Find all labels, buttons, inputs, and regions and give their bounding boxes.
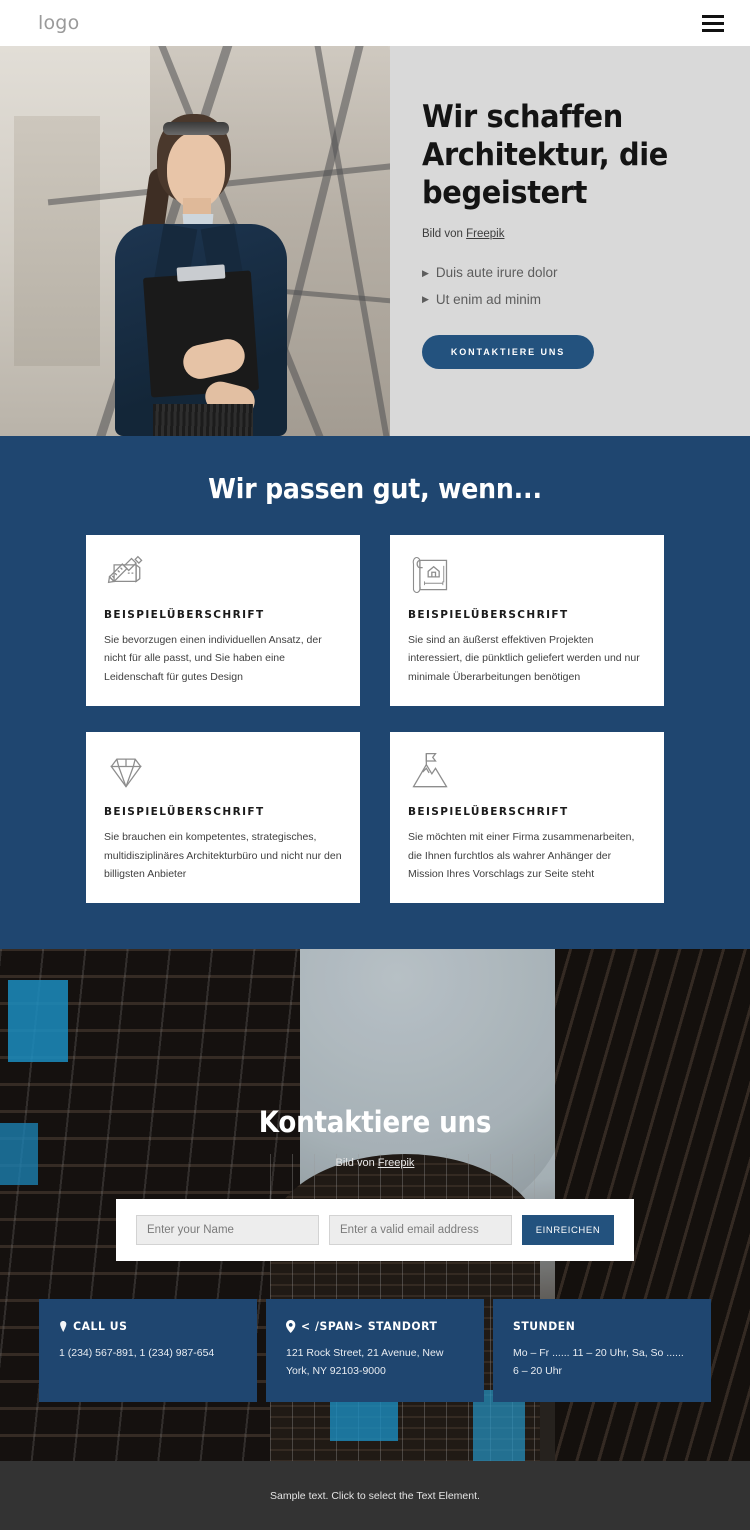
contact-us-button[interactable]: KONTAKTIERE UNS bbox=[422, 335, 594, 369]
contact-credit-link[interactable]: Freepik bbox=[378, 1157, 415, 1169]
hero-credit-link[interactable]: Freepik bbox=[466, 228, 504, 240]
info-box-title-label: < /SPAN> STANDORT bbox=[301, 1319, 438, 1334]
hero-bullet-list: ▶ Duis aute irure dolor ▶ Ut enim ad min… bbox=[422, 260, 704, 313]
logo[interactable]: logo bbox=[38, 12, 79, 34]
contact-image-credit: Bild von Freepik bbox=[0, 1157, 750, 1169]
feature-card[interactable]: BEISPIELÜBERSCHRIFT Sie bevorzugen einen… bbox=[86, 535, 360, 707]
info-box-call-us: CALL US 1 (234) 567-891, 1 (234) 987-654 bbox=[39, 1299, 257, 1402]
info-box-text: 121 Rock Street, 21 Avenue, New York, NY… bbox=[286, 1347, 444, 1377]
hero-bullet-label: Duis aute irure dolor bbox=[435, 265, 558, 281]
info-box-hours: STUNDEN Mo – Fr ...... 11 – 20 Uhr, Sa, … bbox=[493, 1299, 711, 1402]
location-pin-icon bbox=[286, 1319, 296, 1333]
triangle-bullet-icon: ▶ bbox=[422, 268, 429, 279]
mountain-flag-icon bbox=[408, 750, 452, 794]
submit-button[interactable]: EINREICHEN bbox=[522, 1215, 614, 1246]
list-item: ▶ Duis aute irure dolor bbox=[422, 260, 704, 286]
hero-title: Wir schaffen Architektur, die begeistert bbox=[422, 99, 668, 212]
triangle-bullet-icon: ▶ bbox=[422, 294, 429, 305]
hamburger-icon[interactable] bbox=[702, 14, 724, 32]
feature-card-text: Sie sind an äußerst effektiven Projekten… bbox=[408, 634, 640, 683]
feature-card-title: BEISPIELÜBERSCHRIFT bbox=[104, 806, 265, 819]
feature-card[interactable]: BEISPIELÜBERSCHRIFT Sie brauchen ein kom… bbox=[86, 732, 360, 904]
list-item: ▶ Ut enim ad minim bbox=[422, 287, 704, 313]
feature-card[interactable]: BEISPIELÜBERSCHRIFT Sie sind an äußerst … bbox=[390, 535, 664, 707]
hero-bullet-label: Ut enim ad minim bbox=[435, 291, 541, 307]
contact-info-row: CALL US 1 (234) 567-891, 1 (234) 987-654… bbox=[39, 1299, 711, 1402]
contact-credit-prefix: Bild von bbox=[335, 1157, 378, 1170]
contact-form: EINREICHEN bbox=[116, 1199, 634, 1262]
hero-credit-prefix: Bild von bbox=[422, 228, 467, 241]
contact-heading: Kontaktiere uns bbox=[258, 1105, 492, 1140]
name-input[interactable] bbox=[136, 1215, 319, 1246]
site-header: logo bbox=[0, 0, 750, 46]
phone-icon bbox=[59, 1320, 67, 1332]
info-box-text: 1 (234) 567-891, 1 (234) 987-654 bbox=[59, 1347, 215, 1360]
info-box-title: < /SPAN> STANDORT bbox=[286, 1319, 453, 1333]
landing-page: logo Wir schaffen Architektur, die begei… bbox=[0, 0, 750, 1530]
blueprint-house-icon bbox=[408, 553, 452, 597]
footer-text[interactable]: Sample text. Click to select the Text El… bbox=[270, 1490, 480, 1502]
hero-content-panel: Wir schaffen Architektur, die begeistert… bbox=[390, 46, 750, 436]
feature-card[interactable]: BEISPIELÜBERSCHRIFT Sie möchten mit eine… bbox=[390, 732, 664, 904]
info-box-title-label: STUNDEN bbox=[513, 1319, 576, 1334]
contact-heading-block: Kontaktiere uns Bild von Freepik bbox=[0, 949, 750, 1169]
feature-card-title: BEISPIELÜBERSCHRIFT bbox=[408, 609, 569, 621]
info-box-text: Mo – Fr ...... 11 – 20 Uhr, Sa, So .....… bbox=[513, 1347, 684, 1377]
ruler-pencil-paper-icon bbox=[104, 553, 148, 597]
info-box-title: STUNDEN bbox=[513, 1319, 680, 1333]
feature-card-text: Sie brauchen ein kompetentes, strategisc… bbox=[104, 831, 342, 880]
hero-image-businesswoman bbox=[0, 46, 390, 436]
info-box-title-label: CALL US bbox=[73, 1319, 128, 1334]
features-section: Wir passen gut, wenn... BEISPIELÜBERSCHR… bbox=[0, 436, 750, 950]
contact-section: Kontaktiere uns Bild von Freepik EINREIC… bbox=[0, 949, 750, 1462]
info-box-location: < /SPAN> STANDORT 121 Rock Street, 21 Av… bbox=[266, 1299, 484, 1402]
site-footer: Sample text. Click to select the Text El… bbox=[0, 1461, 750, 1530]
feature-card-title: BEISPIELÜBERSCHRIFT bbox=[104, 609, 265, 621]
feature-card-title: BEISPIELÜBERSCHRIFT bbox=[408, 806, 569, 819]
feature-card-text: Sie bevorzugen einen individuellen Ansat… bbox=[104, 634, 322, 683]
info-box-title: CALL US bbox=[59, 1319, 226, 1333]
hero-image-credit: Bild von Freepik bbox=[422, 228, 704, 240]
hero-section: Wir schaffen Architektur, die begeistert… bbox=[0, 46, 750, 436]
feature-card-text: Sie möchten mit einer Firma zusammenarbe… bbox=[408, 831, 635, 880]
features-card-grid: BEISPIELÜBERSCHRIFT Sie bevorzugen einen… bbox=[86, 535, 664, 904]
email-input[interactable] bbox=[329, 1215, 512, 1246]
features-heading: Wir passen gut, wenn... bbox=[208, 472, 542, 505]
diamond-icon bbox=[104, 750, 148, 794]
